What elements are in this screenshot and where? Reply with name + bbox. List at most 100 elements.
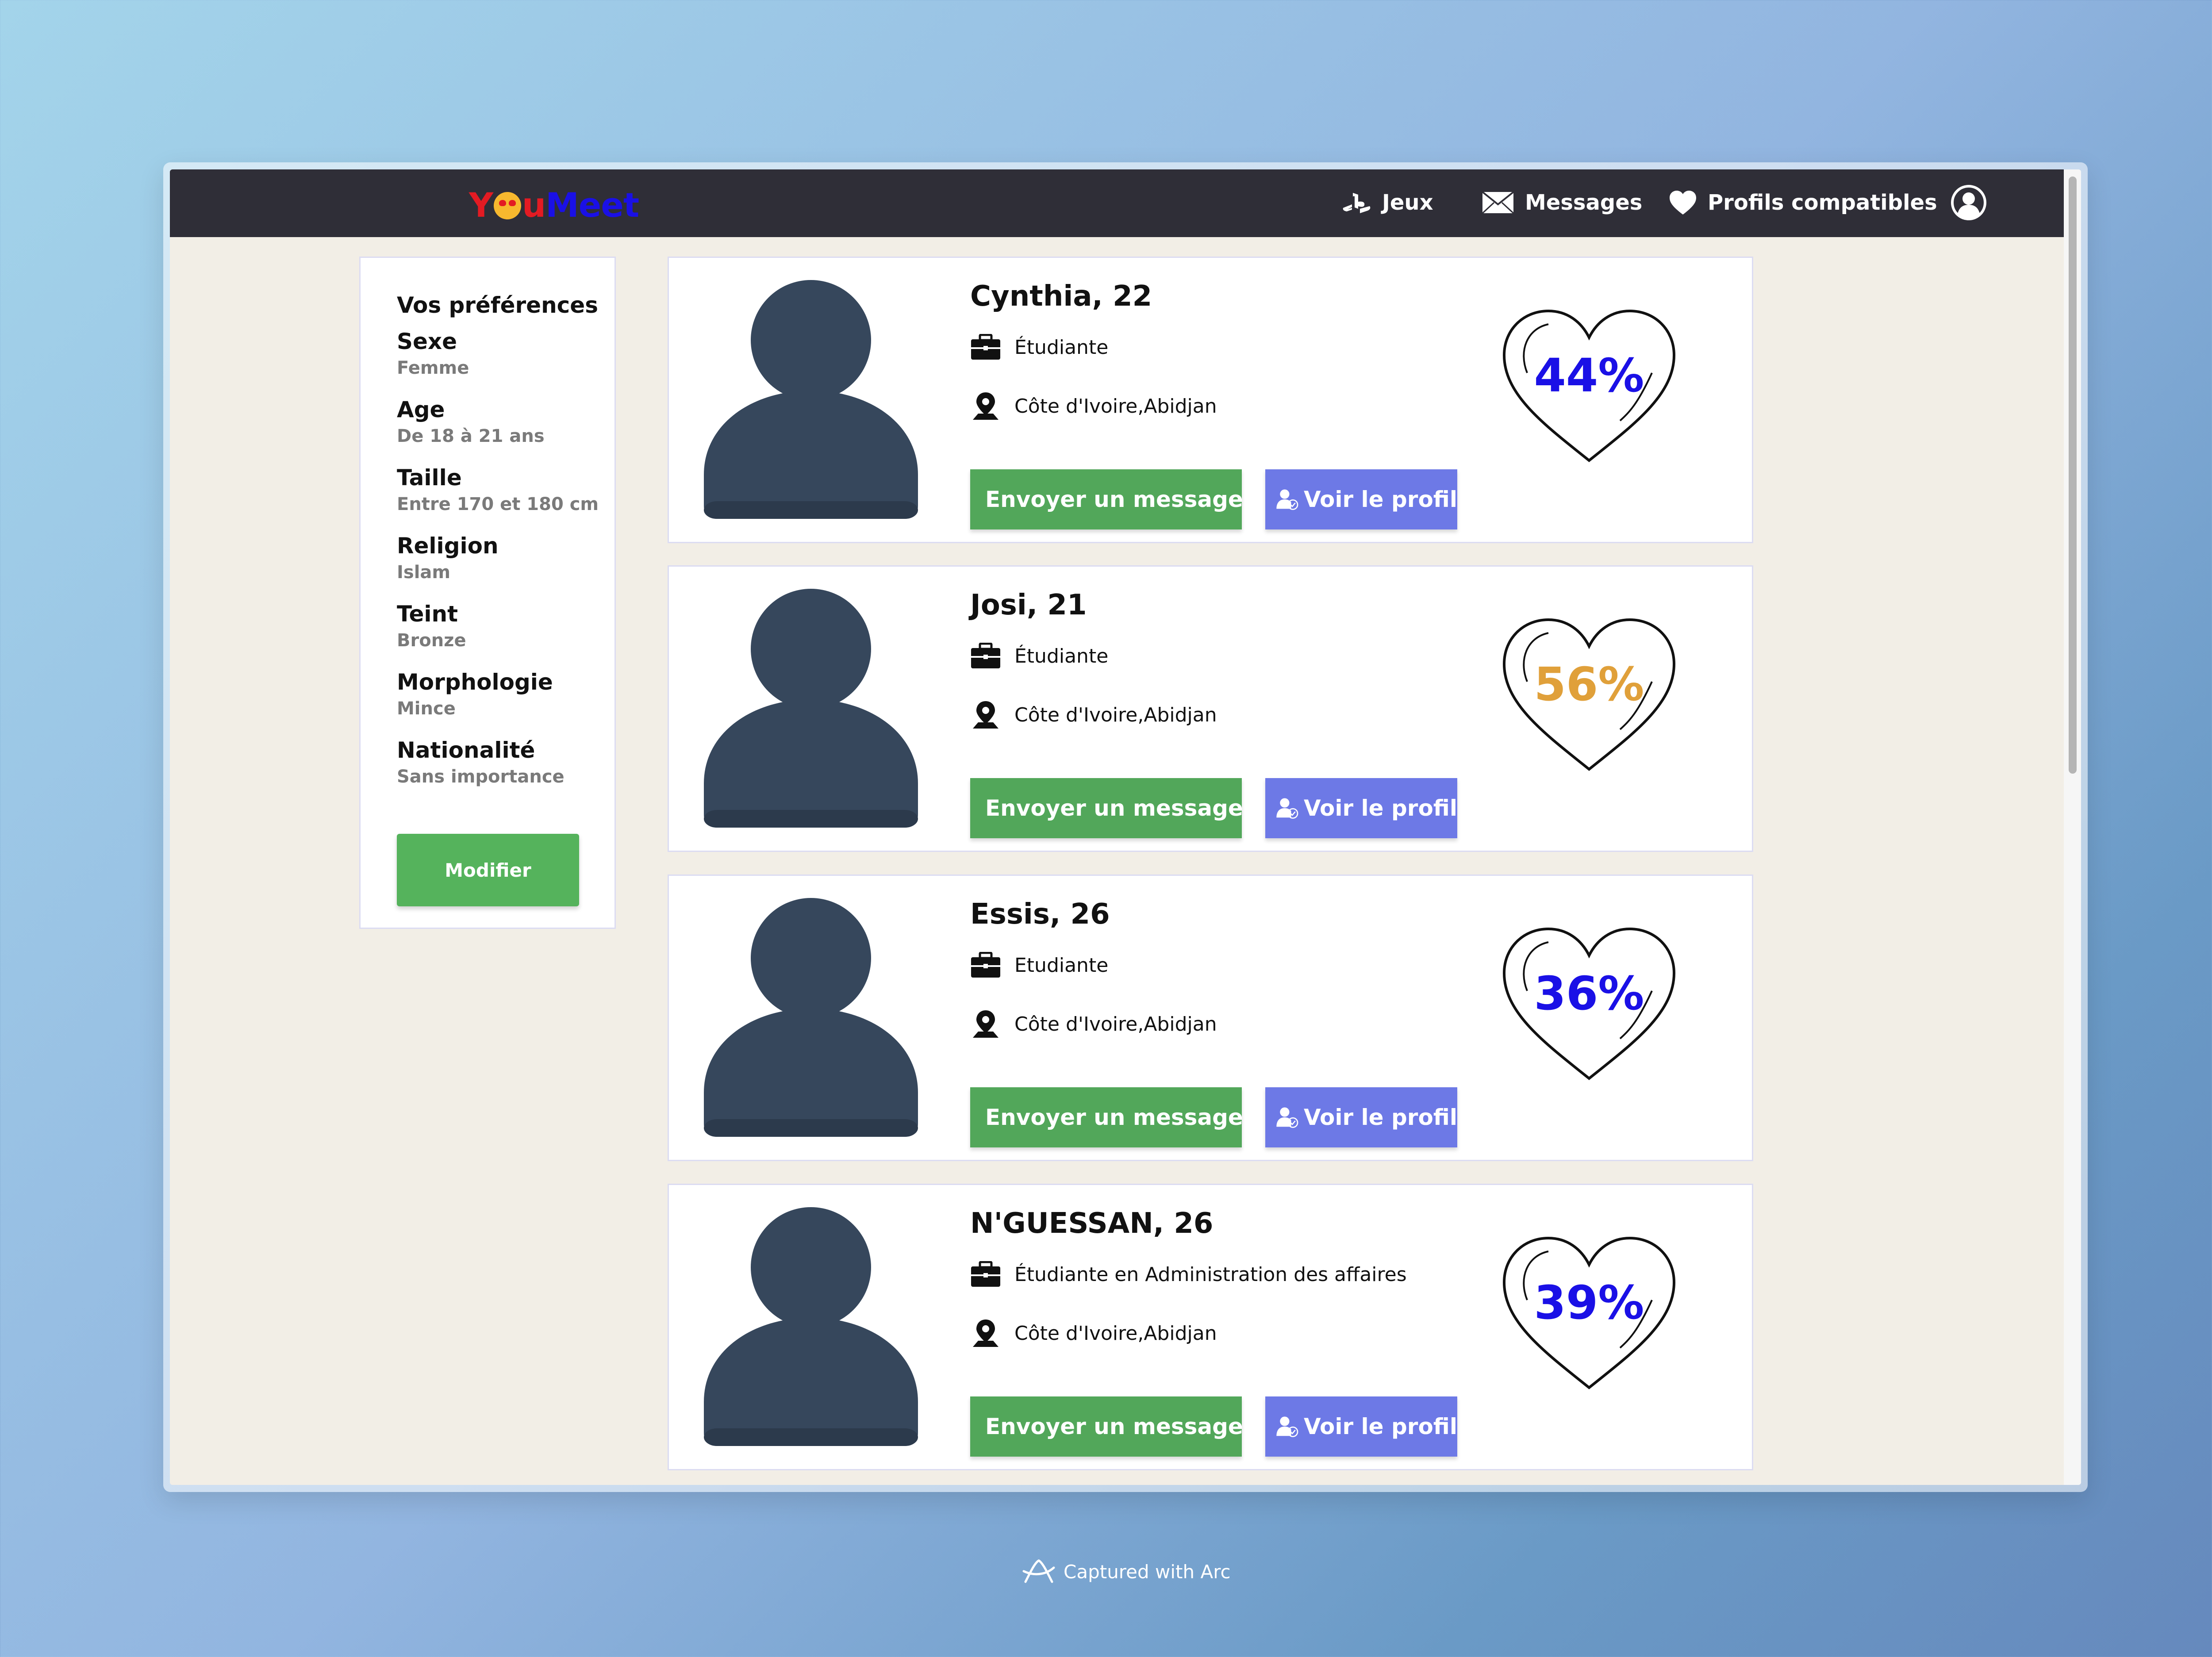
nav-item-messages[interactable]: Messages bbox=[1482, 183, 1642, 222]
pref-label: Age bbox=[397, 397, 445, 422]
view-profile-button[interactable]: Voir le profil bbox=[1265, 469, 1457, 529]
compatibility-heart: 36% bbox=[1501, 924, 1678, 1084]
pref-label: Teint bbox=[397, 601, 458, 627]
user-circle-icon bbox=[1951, 185, 1986, 220]
user-check-icon bbox=[1276, 1107, 1298, 1128]
pref-label: Morphologie bbox=[397, 669, 553, 695]
view-profile-button[interactable]: Voir le profil bbox=[1265, 1087, 1457, 1147]
envelope-icon bbox=[1482, 191, 1514, 214]
send-message-button[interactable]: Envoyer un message bbox=[970, 1087, 1243, 1147]
view-profile-label: Voir le profil bbox=[1304, 487, 1457, 512]
briefcase-icon bbox=[971, 952, 1000, 978]
send-message-button[interactable]: Envoyer un message bbox=[970, 469, 1243, 529]
profile-location-text: Côte d'Ivoire,Abidjan bbox=[1014, 703, 1217, 726]
logo-letter-u: u bbox=[522, 185, 546, 225]
compatibility-heart: 39% bbox=[1501, 1234, 1678, 1393]
profile-location: Côte d'Ivoire,Abidjan bbox=[970, 1009, 1217, 1039]
view-profile-label: Voir le profil bbox=[1304, 1414, 1457, 1439]
account-button[interactable] bbox=[1951, 183, 1997, 222]
pref-label: Sexe bbox=[397, 329, 457, 354]
briefcase-icon bbox=[971, 643, 1000, 668]
top-navbar: YuMeet Jeux Messages Profils compatibles bbox=[170, 169, 2064, 237]
playstation-icon bbox=[1343, 193, 1371, 213]
profile-card: N'GUESSAN, 26 Étudiante en Administratio… bbox=[668, 1184, 1753, 1470]
nav-item-compatible-profiles[interactable]: Profils compatibles bbox=[1669, 183, 1937, 222]
page-viewport: YuMeet Jeux Messages Profils compatibles… bbox=[170, 169, 2081, 1485]
pref-taille: Taille Entre 170 et 180 cm bbox=[397, 464, 599, 517]
captured-text: Captured with Arc bbox=[1064, 1561, 1231, 1583]
avatar-placeholder-icon bbox=[704, 589, 918, 828]
browser-window: YuMeet Jeux Messages Profils compatibles… bbox=[163, 162, 2088, 1492]
profile-card: Josi, 21 Étudiante Côte d'Ivoire,Abidjan bbox=[668, 565, 1753, 852]
send-message-label: Envoyer un message bbox=[985, 795, 1243, 821]
preferences-title: Vos préférences bbox=[397, 292, 598, 318]
pref-value: Bronze bbox=[397, 630, 466, 651]
pref-value: Mince bbox=[397, 698, 456, 719]
location-pin-icon bbox=[973, 701, 998, 729]
location-pin-icon bbox=[973, 1319, 998, 1347]
pref-teint: Teint Bronze bbox=[397, 600, 466, 653]
arc-logo-icon bbox=[1022, 1559, 1055, 1583]
pref-label: Religion bbox=[397, 533, 499, 559]
pref-value: De 18 à 21 ans bbox=[397, 426, 545, 446]
avatar-placeholder-icon bbox=[704, 280, 918, 519]
profile-location-text: Côte d'Ivoire,Abidjan bbox=[1014, 1013, 1217, 1036]
profile-job: Étudiante en Administration des affaires bbox=[970, 1261, 1407, 1288]
compatibility-heart: 44% bbox=[1501, 307, 1678, 466]
avatar-placeholder-icon bbox=[704, 1207, 918, 1446]
profile-name: Essis, 26 bbox=[970, 898, 1110, 931]
view-profile-label: Voir le profil bbox=[1304, 1105, 1457, 1130]
profile-location: Côte d'Ivoire,Abidjan bbox=[970, 699, 1217, 730]
profile-name: N'GUESSAN, 26 bbox=[970, 1207, 1214, 1240]
view-profile-button[interactable]: Voir le profil bbox=[1265, 1396, 1457, 1457]
profile-job-text: Étudiante bbox=[1014, 336, 1109, 359]
page-scrollbar[interactable] bbox=[2064, 169, 2081, 1485]
send-message-label: Envoyer un message bbox=[985, 1105, 1243, 1130]
profile-location: Côte d'Ivoire,Abidjan bbox=[970, 1318, 1217, 1349]
profile-location-text: Côte d'Ivoire,Abidjan bbox=[1014, 1322, 1217, 1345]
profile-card: Cynthia, 22 Étudiante Côte d'Ivoire,Abid… bbox=[668, 257, 1753, 543]
pref-sexe: Sexe Femme bbox=[397, 328, 469, 381]
pref-religion: Religion Islam bbox=[397, 532, 499, 585]
pref-value: Femme bbox=[397, 358, 469, 378]
user-check-icon bbox=[1276, 1416, 1298, 1437]
nav-item-games[interactable]: Jeux bbox=[1342, 183, 1433, 222]
profile-name: Josi, 21 bbox=[970, 589, 1087, 621]
send-message-label: Envoyer un message bbox=[985, 487, 1243, 512]
heart-eyes-emoji-icon bbox=[494, 192, 522, 219]
nav-messages-label: Messages bbox=[1525, 190, 1643, 215]
profile-card: Essis, 26 Etudiante Côte d'Ivoire,Abidja… bbox=[668, 875, 1753, 1161]
nav-matches-label: Profils compatibles bbox=[1708, 190, 1937, 215]
avatar-placeholder-icon bbox=[704, 898, 918, 1137]
pref-value: Entre 170 et 180 cm bbox=[397, 494, 599, 514]
pref-age: Age De 18 à 21 ans bbox=[397, 396, 545, 449]
pref-nationalite: Nationalité Sans importance bbox=[397, 736, 565, 790]
view-profile-label: Voir le profil bbox=[1304, 795, 1457, 821]
profile-job-text: Étudiante en Administration des affaires bbox=[1014, 1263, 1407, 1286]
send-message-button[interactable]: Envoyer un message bbox=[970, 1396, 1243, 1457]
pref-morphologie: Morphologie Mince bbox=[397, 668, 553, 721]
pref-value: Sans importance bbox=[397, 767, 565, 787]
compatibility-percent: 39% bbox=[1534, 1276, 1644, 1330]
profile-location: Côte d'Ivoire,Abidjan bbox=[970, 391, 1217, 422]
preferences-panel: Vos préférences Sexe Femme Age De 18 à 2… bbox=[359, 257, 616, 929]
profile-job: Etudiante bbox=[970, 952, 1108, 978]
profile-location-text: Côte d'Ivoire,Abidjan bbox=[1014, 395, 1217, 418]
send-message-label: Envoyer un message bbox=[985, 1414, 1243, 1439]
profile-job-text: Étudiante bbox=[1014, 644, 1109, 667]
location-pin-icon bbox=[973, 1010, 998, 1038]
briefcase-icon bbox=[971, 1261, 1000, 1287]
scrollbar-thumb[interactable] bbox=[2069, 176, 2077, 774]
compatibility-percent: 56% bbox=[1534, 657, 1644, 711]
location-pin-icon bbox=[973, 392, 998, 420]
user-check-icon bbox=[1276, 489, 1298, 510]
send-message-button[interactable]: Envoyer un message bbox=[970, 778, 1243, 838]
view-profile-button[interactable]: Voir le profil bbox=[1265, 778, 1457, 838]
profile-name: Cynthia, 22 bbox=[970, 280, 1152, 313]
pref-label: Nationalité bbox=[397, 737, 535, 763]
modify-preferences-button[interactable]: Modifier bbox=[397, 834, 579, 906]
compatibility-percent: 36% bbox=[1534, 967, 1644, 1020]
app-logo[interactable]: YuMeet bbox=[469, 185, 639, 225]
briefcase-icon bbox=[971, 334, 1000, 360]
logo-word-meet: Meet bbox=[545, 185, 639, 225]
